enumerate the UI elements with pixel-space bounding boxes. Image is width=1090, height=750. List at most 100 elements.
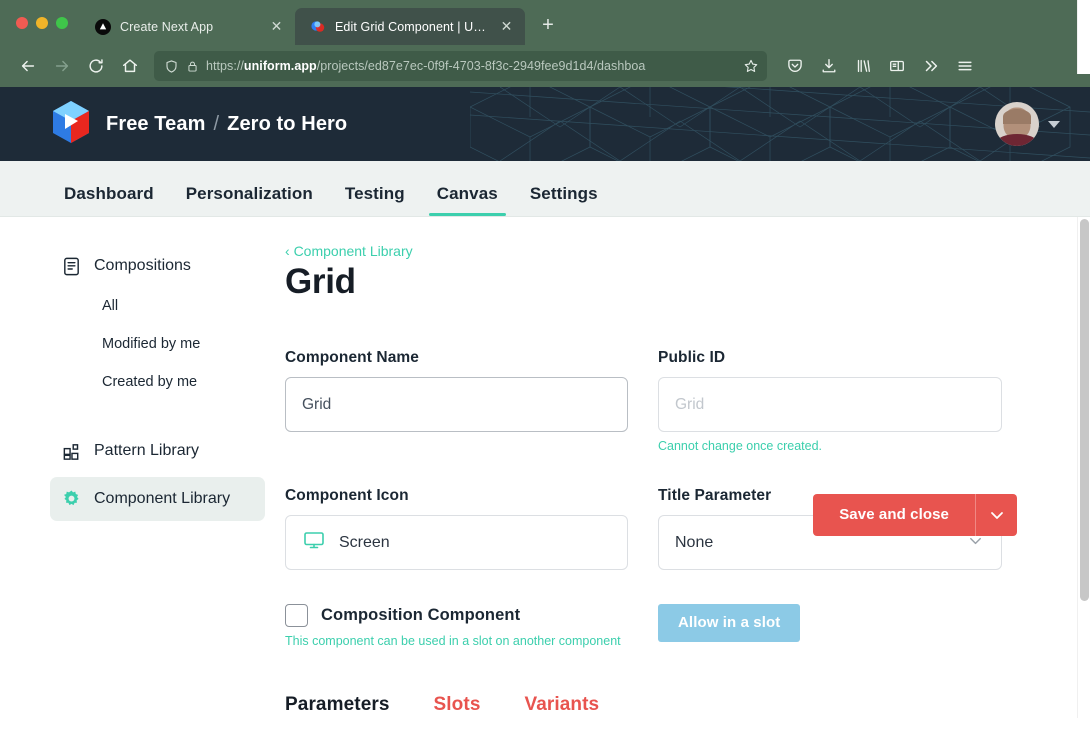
brand-text: Free Team / Zero to Hero	[106, 113, 347, 136]
sidebar-item-compositions[interactable]: Compositions	[50, 245, 265, 287]
forward-arrow-icon[interactable]	[46, 50, 78, 82]
window-maximize-button[interactable]	[56, 16, 68, 29]
public-id-helper-text: Cannot change once created.	[658, 439, 823, 453]
component-icon-value: Screen	[339, 533, 390, 551]
sidebar-item-component-library[interactable]: Component Library	[50, 477, 265, 521]
label-component-icon: Component Icon	[285, 487, 409, 504]
sidebar-label-component-library: Component Library	[94, 490, 231, 507]
url-text[interactable]: https://uniform.app/projects/ed87e7ec-0f…	[206, 59, 736, 73]
component-icon-select[interactable]: Screen	[285, 515, 628, 570]
pattern-icon	[60, 440, 82, 462]
title-parameter-value: None	[675, 533, 714, 551]
reload-icon[interactable]	[80, 50, 112, 82]
field-allow-in-slot: Allow in a slot	[658, 604, 1002, 648]
composition-component-row[interactable]: Composition Component	[285, 604, 628, 627]
uniform-icon	[309, 18, 326, 35]
sidebar-item-pattern-library[interactable]: Pattern Library	[50, 429, 265, 473]
nav-tab-personalization[interactable]: Personalization	[170, 184, 329, 216]
browser-chrome: Create Next App ✕ Edit Grid Component | …	[0, 0, 1090, 87]
avatar[interactable]	[995, 102, 1039, 146]
field-public-id: Public ID Grid Cannot change once create…	[658, 349, 1002, 453]
chevron-down-icon[interactable]	[1048, 120, 1060, 128]
label-public-id: Public ID	[658, 349, 726, 366]
window-controls	[10, 0, 80, 45]
public-id-placeholder: Grid	[675, 395, 705, 413]
brand-area[interactable]: Free Team / Zero to Hero	[50, 100, 347, 149]
main-nav: Dashboard Personalization Testing Canvas…	[0, 161, 1090, 217]
page-scrollbar[interactable]	[1077, 217, 1090, 718]
sidebar-item-modified-by-me[interactable]: Modified by me	[50, 325, 265, 363]
screen-icon	[302, 528, 326, 557]
browser-tab-edit-grid-component[interactable]: Edit Grid Component | Uniform ✕	[295, 8, 525, 45]
url-bar[interactable]: https://uniform.app/projects/ed87e7ec-0f…	[154, 51, 767, 81]
save-and-close-button[interactable]: Save and close	[813, 494, 975, 536]
sidebar-icon[interactable]	[881, 50, 913, 82]
sidebar-label-compositions: Compositions	[94, 257, 191, 274]
label-component-name: Component Name	[285, 349, 420, 366]
back-arrow-icon[interactable]	[12, 50, 44, 82]
breadcrumb-separator: /	[213, 112, 220, 135]
gear-icon	[60, 488, 82, 510]
nav-tab-settings[interactable]: Settings	[514, 184, 614, 216]
grid-spacer	[658, 453, 1002, 487]
field-composition-component: Composition Component This component can…	[285, 604, 628, 648]
sidebar-item-created-by-me[interactable]: Created by me	[50, 363, 265, 401]
downloads-icon[interactable]	[813, 50, 845, 82]
browser-nav-toolbar: https://uniform.app/projects/ed87e7ec-0f…	[0, 45, 1090, 87]
star-icon[interactable]	[743, 58, 759, 74]
new-tab-button[interactable]: +	[533, 11, 563, 41]
allow-in-a-slot-button[interactable]: Allow in a slot	[658, 604, 801, 642]
grid-spacer	[285, 570, 628, 604]
field-component-name: Component Name Grid	[285, 349, 628, 453]
nav-tab-testing[interactable]: Testing	[329, 184, 421, 216]
lock-icon[interactable]	[186, 60, 199, 73]
field-component-icon: Component Icon Screen	[285, 487, 628, 570]
composition-component-helper-text: This component can be used in a slot on …	[285, 634, 621, 648]
save-and-close-group: Save and close	[813, 494, 1017, 536]
sidebar: Compositions All Modified by me Created …	[0, 217, 285, 718]
browser-toolbar-icons	[779, 50, 981, 82]
window-close-button[interactable]	[16, 16, 28, 29]
page-title: Grid	[285, 262, 356, 301]
public-id-input[interactable]: Grid	[658, 377, 1002, 432]
nav-tab-canvas[interactable]: Canvas	[421, 184, 514, 216]
sidebar-item-all[interactable]: All	[50, 287, 265, 325]
breadcrumb[interactable]: ‹ Component Library	[285, 243, 1020, 259]
bottom-tabs: Parameters Slots Variants	[285, 694, 1020, 716]
browser-tab-create-next-app[interactable]: Create Next App ✕	[80, 8, 295, 45]
grid-spacer	[285, 453, 628, 487]
breadcrumb-link-component-library[interactable]: Component Library	[294, 243, 413, 259]
nav-tab-dashboard[interactable]: Dashboard	[48, 184, 170, 216]
grid-spacer	[658, 570, 1002, 604]
project-name: Zero to Hero	[227, 112, 348, 135]
tab-variants[interactable]: Variants	[524, 694, 599, 716]
scrollbar-track-top	[1077, 0, 1090, 74]
home-icon[interactable]	[114, 50, 146, 82]
browser-tab-title: Create Next App	[120, 19, 214, 34]
tab-slots[interactable]: Slots	[434, 694, 481, 716]
document-icon	[60, 255, 82, 277]
window-minimize-button[interactable]	[36, 16, 48, 29]
breadcrumb-chevron-icon: ‹	[285, 243, 290, 259]
browser-tab-title: Edit Grid Component | Uniform	[335, 19, 489, 34]
library-icon[interactable]	[847, 50, 879, 82]
page-scrollbar-thumb[interactable]	[1080, 219, 1089, 601]
sidebar-label-pattern-library: Pattern Library	[94, 442, 199, 459]
close-icon[interactable]: ✕	[498, 18, 515, 35]
overflow-icon[interactable]	[915, 50, 947, 82]
app-header: Free Team / Zero to Hero	[0, 87, 1090, 161]
close-icon[interactable]: ✕	[268, 18, 285, 35]
app-menu-icon[interactable]	[949, 50, 981, 82]
nextjs-icon	[94, 18, 111, 35]
component-name-input[interactable]: Grid	[285, 377, 628, 432]
user-menu[interactable]	[995, 102, 1060, 146]
save-options-chevron-down-icon[interactable]	[975, 494, 1017, 536]
uniform-logo[interactable]	[50, 100, 92, 149]
team-name: Free Team	[106, 112, 206, 135]
composition-component-label: Composition Component	[321, 606, 521, 624]
component-name-value: Grid	[302, 395, 332, 413]
composition-component-checkbox[interactable]	[285, 604, 308, 627]
pocket-icon[interactable]	[779, 50, 811, 82]
tab-parameters[interactable]: Parameters	[285, 694, 390, 716]
shield-icon[interactable]	[164, 59, 179, 74]
